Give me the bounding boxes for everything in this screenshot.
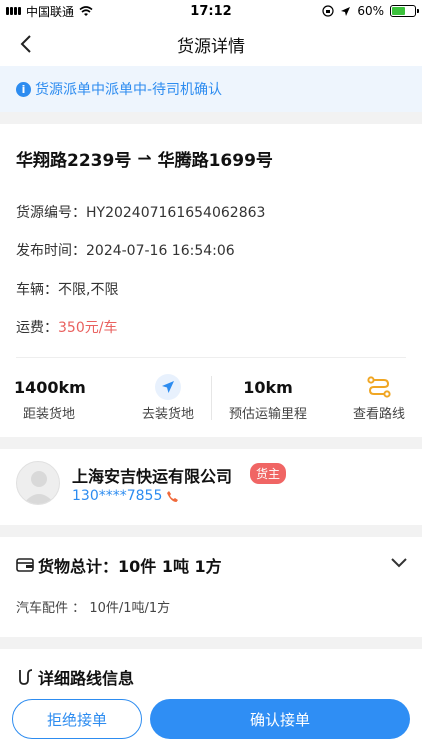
fee-label: 运费： [16, 320, 58, 336]
distance-to-pickup-value: 1400km [14, 378, 86, 397]
view-route-label: 查看路线 [352, 407, 405, 422]
phone-link[interactable]: 130****7855 [72, 488, 179, 504]
route-icon [366, 374, 392, 400]
stat-separator [211, 376, 212, 420]
avatar [16, 461, 60, 505]
navigate-icon [155, 374, 181, 400]
location-icon [341, 6, 351, 16]
vehicle-value: 不限,不限 [58, 282, 119, 298]
fee-value: 350元/车 [58, 320, 118, 336]
publish-time-label: 发布时间： [16, 243, 86, 259]
phone-number: 130****7855 [72, 488, 163, 504]
phone-icon [167, 490, 179, 502]
chevron-down-icon [391, 558, 407, 568]
status-right: 60% [322, 4, 419, 18]
source-no-value: HY202407161654062863 [86, 205, 266, 221]
estimated-distance: 10km 预估运输里程 [224, 378, 312, 422]
distance-to-pickup-label: 距装货地 [22, 407, 75, 422]
orientation-lock-icon [322, 5, 334, 17]
publish-time-value: 2024-07-16 16:54:06 [86, 243, 235, 259]
goods-detail-sep: ： [72, 601, 86, 616]
confirm-order-button[interactable]: 确认接单 [150, 699, 410, 739]
fee-row: 运费：350元/车 [16, 317, 117, 337]
divider [16, 357, 406, 358]
expand-goods-button[interactable] [390, 554, 408, 573]
status-bar: 中国联通 17:12 60% [0, 0, 422, 22]
notice-text: 货源派单中派单中-待司机确认 [35, 82, 223, 98]
goods-card: 货物总计：10件 1吨 1方 汽车配件 ： 10件/1吨/1方 [0, 537, 422, 637]
vehicle-row: 车辆：不限,不限 [16, 279, 118, 299]
route-title: 华翔路2239号 ⇀ 华腾路1699号 [16, 146, 273, 172]
source-no-row: 货源编号：HY202407161654062863 [16, 202, 265, 222]
route-info-title-text: 详细路线信息 [38, 669, 135, 688]
route-to: 华腾路1699号 [157, 151, 273, 171]
page-title: 货源详情 [177, 36, 245, 57]
bottom-action-bar: 拒绝接单 确认接单 [0, 690, 422, 750]
view-route-button[interactable]: 查看路线 [348, 374, 410, 422]
source-info-card: 华翔路2239号 ⇀ 华腾路1699号 货源编号：HY2024071616540… [0, 124, 422, 437]
wallet-icon [16, 558, 34, 572]
estimated-distance-label: 预估运输里程 [228, 407, 307, 422]
goods-summary-text: 货物总计：10件 1吨 1方 [38, 557, 222, 576]
distance-to-pickup: 1400km 距装货地 [14, 378, 86, 422]
chevron-left-icon [20, 35, 31, 53]
route-from: 华翔路2239号 [16, 151, 132, 171]
reject-order-button[interactable]: 拒绝接单 [12, 699, 142, 739]
route-info-title: 详细路线信息 [16, 665, 134, 689]
route-arrow: ⇀ [137, 148, 152, 169]
route-path-icon [19, 669, 33, 685]
shipper-badge: 货主 [250, 463, 287, 484]
shipper-card: 上海安吉快运有限公司 货主 130****7855 [0, 449, 422, 525]
back-button[interactable] [12, 30, 40, 58]
goods-detail-value: 10件/1吨/1方 [89, 601, 171, 616]
estimated-distance-value: 10km [243, 378, 293, 397]
go-to-pickup-button[interactable]: 去装货地 [136, 374, 200, 422]
nav-bar: 货源详情 [0, 22, 422, 66]
publish-time-row: 发布时间：2024-07-16 16:54:06 [16, 240, 235, 260]
info-icon: i [16, 81, 31, 97]
goods-summary: 货物总计：10件 1吨 1方 [16, 553, 222, 577]
goods-detail-row: 汽车配件 ： 10件/1吨/1方 [16, 597, 170, 616]
go-to-pickup-label: 去装货地 [141, 407, 194, 422]
status-notice: i 货源派单中派单中-待司机确认 [0, 66, 422, 112]
battery-percent: 60% [357, 4, 384, 18]
source-no-label: 货源编号： [16, 205, 86, 221]
vehicle-label: 车辆： [16, 282, 58, 298]
battery-icon [390, 5, 419, 17]
goods-detail-name: 汽车配件 [16, 601, 69, 616]
company-name: 上海安吉快运有限公司 [72, 467, 233, 486]
